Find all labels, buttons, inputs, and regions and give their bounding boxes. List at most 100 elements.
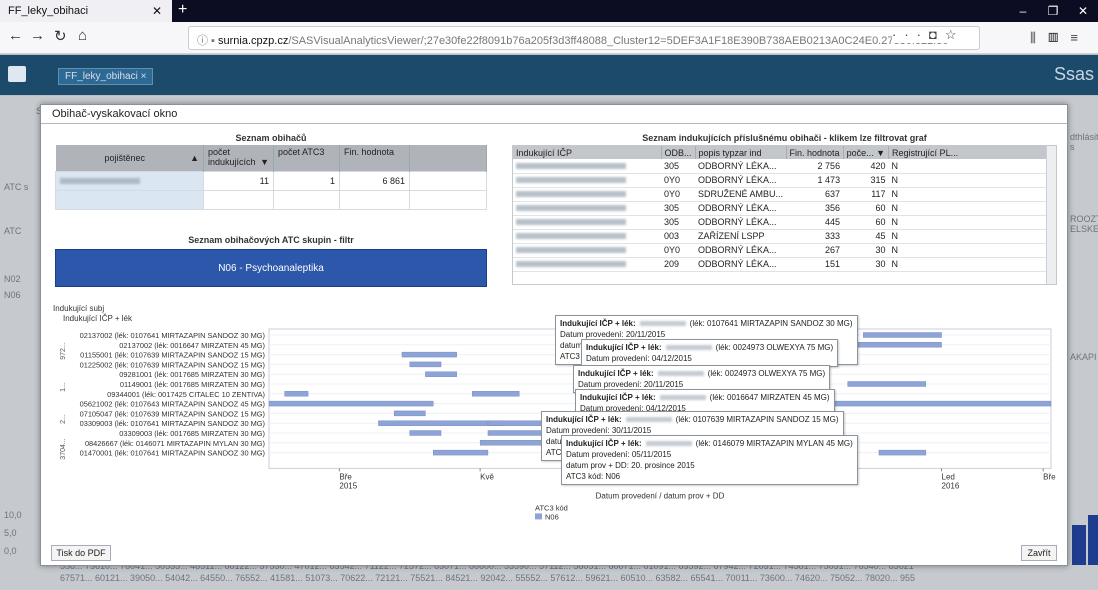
col-fin[interactable]: Fin. hodnota <box>786 146 844 159</box>
more-icon[interactable]: ··· <box>892 27 929 42</box>
print-pdf-button[interactable]: Tisk do PDF <box>51 545 111 561</box>
y-group-label: Indukující subj <box>53 304 104 313</box>
reload-icon[interactable]: ↻ <box>54 27 67 45</box>
divider <box>41 123 1067 124</box>
sas-home-icon[interactable] <box>8 66 26 82</box>
redacted-value <box>60 177 140 184</box>
col-fin[interactable]: Fin. hodnota <box>339 145 410 171</box>
cell-odb: 0Y0 <box>661 173 696 188</box>
group-label: 2... <box>60 414 67 424</box>
redacted-value <box>659 395 706 400</box>
sas-app-bar: FF_leky_obihaci × Ssas <box>0 55 1098 95</box>
window-controls: – ❐ ✕ <box>1008 0 1098 22</box>
row-label: 09344001 (lék: 0017425 CITALEC 10 ZENTIV… <box>107 390 265 399</box>
gantt-bar <box>816 400 1052 407</box>
cell-odb: 305 <box>661 215 696 230</box>
x-axis-label: Datum provedení / datum prov + DD <box>596 491 725 500</box>
gantt-bar <box>863 332 942 338</box>
cell-fin: 637 <box>786 187 844 202</box>
atc-filter-button[interactable]: N06 - Psychoanaleptika <box>55 249 487 287</box>
back-icon[interactable]: ← <box>8 27 23 44</box>
forward-icon[interactable]: → <box>30 27 45 44</box>
cell-pocet-ind: 11 <box>203 170 274 191</box>
gantt-bar <box>409 361 442 368</box>
row-label: 09281001 (lék: 0017685 MIRZATEN 30 MG) <box>119 370 265 379</box>
col-pocet-ind[interactable]: počet indukujících ▼ <box>203 145 274 171</box>
cell-popis: ODBORNÝ LÉKA... <box>695 215 787 230</box>
bg-bar <box>1072 525 1086 565</box>
tooltip-line: Datum provedení: 20/11/2015 <box>560 330 666 339</box>
close-button[interactable]: Zavřít <box>1021 545 1057 561</box>
cell-icp <box>513 229 661 244</box>
cell-reg: N <box>888 229 1056 244</box>
table-row[interactable]: 0Y0 SDRUŽENÉ AMBU... 637 117 N <box>513 187 1056 202</box>
redacted-value <box>516 177 626 183</box>
col-icp[interactable]: Indukující IČP <box>513 146 662 159</box>
col-reg[interactable]: Registrující PL... <box>888 146 1056 159</box>
table-row[interactable]: 11 1 6 861 <box>55 170 487 191</box>
indukujici-table-wrap: Indukující IČP ODB... popis typzar ind F… <box>512 145 1057 285</box>
cell-pocet: 30 <box>843 243 889 258</box>
browser-tab[interactable]: FF_leky_obihaci ✕ <box>0 0 172 22</box>
redacted-value <box>645 441 692 446</box>
cell-reg: N <box>888 201 1056 216</box>
col-popis[interactable]: popis typzar ind <box>695 146 787 159</box>
redacted-value <box>516 205 626 211</box>
gantt-bar <box>284 391 309 397</box>
row-label: 05621002 (lék: 0107643 MIRTAZAPIN SANDOZ… <box>80 400 265 409</box>
table-row[interactable]: 305 ODBORNÝ LÉKA... 2 756 420 N <box>513 159 1056 174</box>
table-row[interactable]: 003 ZAŘÍZENÍ LSPP 333 45 N <box>513 229 1056 244</box>
new-tab-icon[interactable]: + <box>178 1 187 19</box>
close-window-icon[interactable]: ✕ <box>1068 0 1098 22</box>
url-path: /SASVisualAnalyticsViewer/;27e30fe22f809… <box>288 35 949 47</box>
cell-popis: ODBORNÝ LÉKA... <box>695 257 787 272</box>
redacted-value <box>516 162 626 169</box>
table-row[interactable]: 209 ODBORNÝ LÉKA... 151 30 N <box>513 257 1056 272</box>
report-tab[interactable]: FF_leky_obihaci × <box>58 68 154 85</box>
gantt-bar <box>393 410 426 417</box>
bg-label: N06 <box>4 290 21 300</box>
table-row <box>55 189 487 210</box>
bg-bar <box>1088 515 1098 565</box>
table-row[interactable]: 0Y0 ODBORNÝ LÉKA... 1 473 315 N <box>513 173 1056 188</box>
minimize-icon[interactable]: – <box>1008 0 1038 22</box>
col-pojistenec[interactable]: pojištěnec ▲ <box>55 145 204 171</box>
tooltip-drug: (lék: 0024973 OLWEXYA 75 MG) <box>707 369 826 378</box>
cell-odb: 003 <box>661 229 696 244</box>
col-pocet-atc[interactable]: počet ATC3 <box>273 145 340 171</box>
bg-label: AKAPI <box>1070 352 1097 362</box>
browser-navbar: ← → ↻ ⌂ ⓘ ▪ surnia.cpzp.cz/SASVisualAnal… <box>0 22 1098 54</box>
cell-icp <box>513 201 661 216</box>
url-bar[interactable]: ⓘ ▪ surnia.cpzp.cz/SASVisualAnalyticsVie… <box>188 26 980 50</box>
col-pocet[interactable]: poče... ▼ <box>843 146 890 159</box>
bookmark-star-icon[interactable]: ☆ <box>945 27 965 42</box>
table-row[interactable]: 0Y0 ODBORNÝ LÉKA... 267 30 N <box>513 243 1056 258</box>
gantt-bar <box>472 391 520 397</box>
indukujici-table: Indukující IČP ODB... popis typzar ind F… <box>513 146 1056 272</box>
table-row[interactable]: 305 ODBORNÝ LÉKA... 356 60 N <box>513 201 1056 216</box>
library-icon[interactable]: ⫼ <box>1030 30 1048 45</box>
pocket-icon[interactable]: ◘ <box>929 27 945 42</box>
close-tab-icon[interactable]: ✕ <box>152 4 162 18</box>
cell-pocet: 420 <box>843 159 889 174</box>
home-icon[interactable]: ⌂ <box>78 27 87 44</box>
cell-fin: 1 473 <box>786 173 844 188</box>
restore-icon[interactable]: ❐ <box>1038 0 1068 22</box>
chart-tooltip: Indukující IČP + lék: (lék: 0146079 MIRTA… <box>561 435 858 485</box>
col-odb[interactable]: ODB... <box>661 146 696 159</box>
menu-icon[interactable]: ≡ <box>1070 30 1090 45</box>
cell-icp <box>513 173 661 188</box>
tooltip-line: Datum provedení: 20/11/2015 <box>578 380 684 389</box>
scrollbar[interactable] <box>1046 146 1056 284</box>
redacted-value <box>639 321 686 326</box>
redacted-value <box>516 261 626 267</box>
sidebar-icon[interactable]: ▥ <box>1048 30 1070 45</box>
bg-label: ROOZT ELSKE <box>1070 214 1098 234</box>
table-header: Indukující IČP ODB... popis typzar ind F… <box>513 146 1056 159</box>
table-row[interactable]: 305 ODBORNÝ LÉKA... 445 60 N <box>513 215 1056 230</box>
cell-reg: N <box>888 173 1056 188</box>
tooltip-line: Datum provedení: 30/11/2015 <box>546 426 652 435</box>
tooltip-line: ATC3 <box>560 352 580 361</box>
row-label: 03309003 (lék: 0107641 MIRTAZAPIN SANDOZ… <box>80 419 265 428</box>
col-label: počet indukujících <box>208 147 256 167</box>
